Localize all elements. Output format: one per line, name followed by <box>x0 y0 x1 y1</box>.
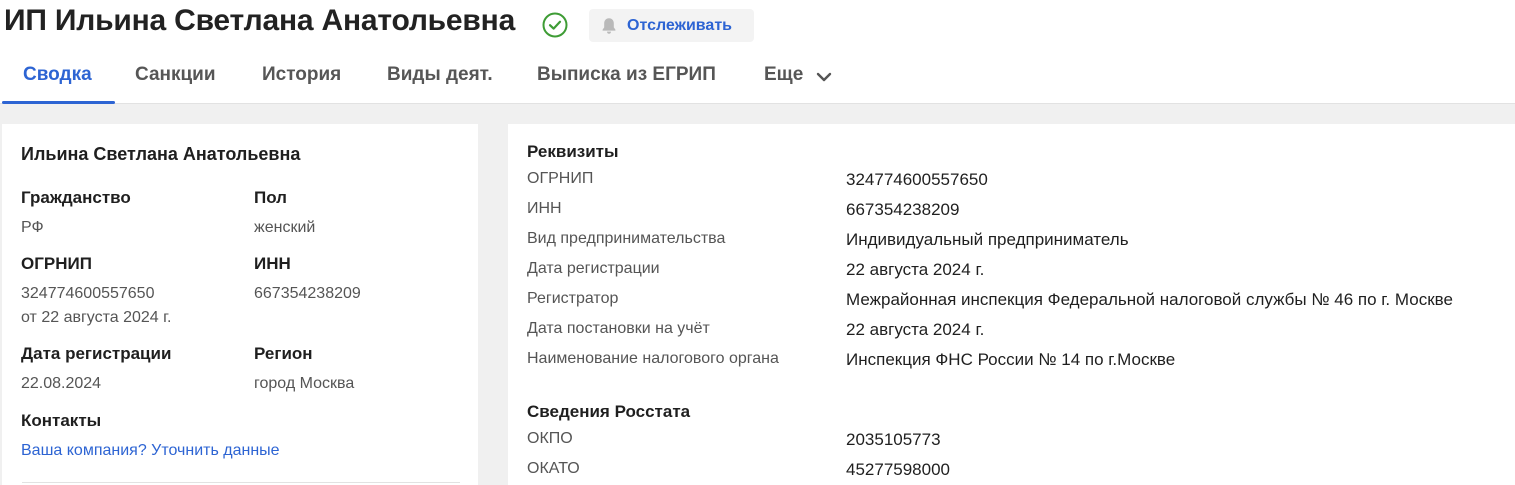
req-key-business-type: Вид предпринимательства <box>527 230 726 247</box>
req-value-inn: 667354238209 <box>846 200 960 219</box>
rosstat-key-okato: ОКАТО <box>527 460 580 477</box>
citizenship-value: РФ <box>21 219 44 236</box>
rosstat-value-okpo: 2035105773 <box>846 430 941 449</box>
req-value-registrar: Межрайонная инспекция Федеральной налого… <box>846 290 1453 309</box>
tab-history[interactable]: История <box>262 64 341 86</box>
req-value-tax-authority: Инспекция ФНС России № 14 по г.Москве <box>846 350 1176 369</box>
reg-date-label: Дата регистрации <box>21 344 172 363</box>
gender-label: Пол <box>254 188 287 207</box>
tab-summary[interactable]: Сводка <box>23 64 92 86</box>
req-value-reg-date: 22 августа 2024 г. <box>846 260 985 279</box>
req-key-ogrnip: ОГРНИП <box>527 170 594 187</box>
check-circle-icon <box>542 12 568 38</box>
bell-icon <box>602 17 616 34</box>
tab-activities[interactable]: Виды деят. <box>387 64 493 86</box>
req-value-ogrnip: 324774600557650 <box>846 170 988 189</box>
req-key-tax-authority: Наименование налогового органа <box>527 350 779 367</box>
region-value: город Москва <box>254 375 355 392</box>
clarify-data-link[interactable]: Ваша компания? Уточнить данные <box>21 442 280 460</box>
contacts-label: Контакты <box>21 411 102 430</box>
ogrnip-label: ОГРНИП <box>21 254 92 273</box>
tab-more[interactable]: Еще <box>764 64 803 86</box>
watch-button-label: Отслеживать <box>627 16 732 34</box>
page-header: ИП Ильина Светлана Анатольевна Отслежива… <box>0 0 1515 104</box>
req-value-business-type: Индивидуальный предприниматель <box>846 230 1129 249</box>
details-card: Реквизиты ОГРНИП 324774600557650 ИНН 667… <box>508 124 1515 485</box>
summary-card: Ильина Светлана Анатольевна Гражданство … <box>2 124 478 485</box>
reg-date-value: 22.08.2024 <box>21 375 102 392</box>
req-key-registration-date: Дата постановки на учёт <box>527 320 710 337</box>
watch-button[interactable]: Отслеживать <box>589 9 754 42</box>
req-key-registrar: Регистратор <box>527 290 619 307</box>
tab-egrip-extract[interactable]: Выписка из ЕГРИП <box>537 64 716 86</box>
req-value-registration-date: 22 августа 2024 г. <box>846 320 985 339</box>
citizenship-label: Гражданство <box>21 188 131 207</box>
page-title: ИП Ильина Светлана Анатольевна <box>4 4 516 37</box>
chevron-down-icon[interactable] <box>815 70 833 84</box>
req-key-reg-date: Дата регистрации <box>527 260 660 277</box>
region-label: Регион <box>254 344 313 363</box>
req-key-inn: ИНН <box>527 200 562 217</box>
divider <box>22 482 460 483</box>
inn-label: ИНН <box>254 254 291 273</box>
ogrnip-value: 324774600557650 <box>21 285 155 302</box>
tab-bar: Сводка Санкции История Виды деят. Выписк… <box>0 56 900 104</box>
rosstat-key-okpo: ОКПО <box>527 430 573 447</box>
requisites-title: Реквизиты <box>527 142 619 161</box>
tab-sanctions[interactable]: Санкции <box>135 64 216 86</box>
ogrnip-date: от 22 августа 2024 г. <box>21 309 172 326</box>
rosstat-title: Сведения Росстата <box>527 402 691 421</box>
active-tab-indicator <box>2 101 115 104</box>
rosstat-value-okato: 45277598000 <box>846 460 951 479</box>
person-name: Ильина Светлана Анатольевна <box>21 144 301 164</box>
gender-value: женский <box>254 219 316 236</box>
inn-value: 667354238209 <box>254 285 361 302</box>
